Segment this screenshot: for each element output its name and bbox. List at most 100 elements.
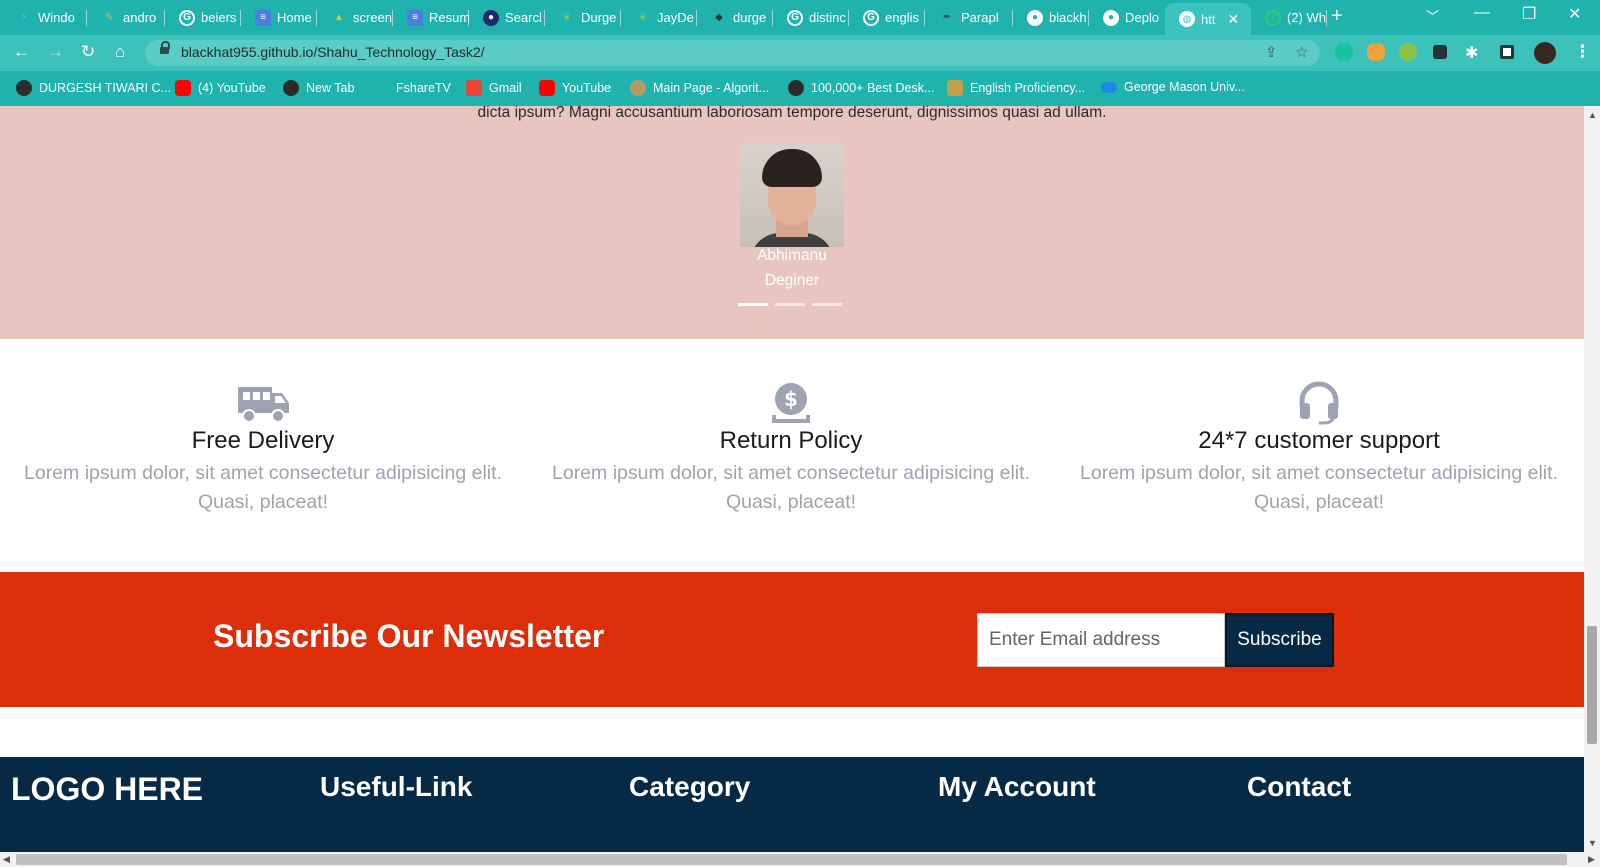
tab[interactable]: ⚡ Windo (2, 4, 87, 31)
footer-heading-contact: Contact (1247, 771, 1352, 802)
gmail-icon (466, 80, 482, 96)
sidebar-icon[interactable] (1500, 45, 1514, 59)
close-window-icon[interactable]: ✕ (1568, 4, 1581, 24)
bookmark-label: DURGESH TIWARI C... (39, 81, 171, 95)
tab[interactable]: ● Searcl (469, 4, 545, 31)
footer-heading-my-account: My Account (938, 771, 1096, 802)
bookmark-item[interactable]: English Proficiency... (947, 80, 1085, 96)
forward-icon[interactable]: → (47, 42, 64, 62)
bookmark-item[interactable]: Gmail (466, 80, 522, 96)
tab[interactable]: ▲ screen (317, 4, 393, 31)
subscribe-button[interactable]: Subscribe (1225, 613, 1334, 667)
back-icon[interactable]: ← (13, 42, 30, 62)
new-tab-button[interactable]: + (1331, 5, 1343, 28)
bookmark-item[interactable]: George Mason Univ... (1101, 80, 1245, 94)
star-icon[interactable]: ☆ (1295, 43, 1308, 61)
address-bar[interactable]: blackhat955.github.io/Shahu_Technology_T… (145, 40, 1320, 66)
bookmark-item[interactable]: Main Page - Algorit... (630, 80, 769, 96)
bookmark-item[interactable]: New Tab (283, 80, 354, 96)
tab-label: screen (353, 10, 393, 25)
github-icon: ● (1103, 9, 1119, 26)
tab[interactable]: 2 (2) Wh (1251, 4, 1327, 31)
scroll-right-icon[interactable]: ▶ (1588, 854, 1595, 865)
footer-heading-useful-link: Useful-Link (320, 771, 473, 802)
scrollbar-thumb[interactable] (1587, 626, 1597, 744)
globe-icon (283, 80, 299, 96)
fshare-icon (373, 80, 389, 96)
tab[interactable]: ◆ durge (697, 4, 773, 31)
share-icon[interactable]: ⇪ (1265, 43, 1278, 61)
email-input[interactable] (977, 613, 1225, 667)
tab[interactable]: ● Deplo (1089, 4, 1165, 31)
tab-label: Resum (429, 10, 469, 25)
tab-active[interactable]: ◍ htt ✕ (1165, 3, 1251, 35)
grammarly-icon[interactable] (1335, 43, 1353, 61)
google-docs-icon: ≡ (255, 9, 271, 26)
minimize-icon[interactable]: — (1474, 4, 1490, 22)
tab-label: durge (733, 10, 767, 25)
tab[interactable]: Genglis (849, 4, 925, 31)
delivery-van-icon (238, 387, 289, 423)
chevron-down-icon[interactable]: ﹀ (1426, 6, 1439, 25)
tab[interactable]: Gbeiers (165, 4, 241, 31)
tab-strip: ⚡ Windo ✎ andro Gbeiers ≡ Home ▲ screen ≡ Res… (0, 0, 1600, 35)
google-icon: G (787, 9, 803, 26)
bookmark-item[interactable]: FshareTV (373, 80, 451, 96)
globe-icon (16, 80, 32, 96)
avatar (740, 143, 844, 247)
feature-customer-support: 24*7 customer support Lorem ipsum dolor,… (1059, 381, 1579, 517)
feature-return-policy: $ Return Policy Lorem ipsum dolor, sit a… (531, 381, 1051, 517)
avatar[interactable] (1534, 42, 1556, 64)
wiki-icon (630, 80, 646, 96)
tab[interactable]: ✒ Parapl (925, 4, 1013, 31)
tab[interactable]: ❦ JayDe (621, 4, 697, 31)
bookmark-label: (4) YouTube (198, 81, 266, 95)
bookmark-item[interactable]: (4) YouTube (175, 80, 266, 96)
menu-icon[interactable]: ⋮ (1574, 42, 1591, 62)
scroll-down-icon[interactable]: ▼ (1588, 838, 1597, 848)
headset-icon (1299, 381, 1339, 425)
youtube-icon (175, 80, 191, 96)
restore-icon[interactable]: ❐ (1522, 4, 1536, 24)
tab[interactable]: Gdistinc (773, 4, 849, 31)
shield-icon (947, 80, 963, 96)
tab-label: beiers (201, 10, 237, 25)
browser-window: { "browser": { "tabs": [ {"label": "Wind… (0, 0, 1600, 867)
reload-icon[interactable]: ↻ (81, 42, 95, 62)
bookmark-item[interactable]: YouTube (539, 80, 611, 96)
google-icon: G (863, 9, 879, 26)
scroll-left-icon[interactable]: ◀ (3, 854, 10, 865)
extension-icon[interactable] (1433, 45, 1447, 59)
newsletter-title: Subscribe Our Newsletter (213, 618, 605, 654)
bookmark-item[interactable]: DURGESH TIWARI C... (16, 80, 171, 96)
cloud-icon (1101, 81, 1117, 93)
tab[interactable]: ● blackh (1013, 4, 1089, 31)
url-text[interactable]: blackhat955.github.io/Shahu_Technology_T… (181, 44, 485, 60)
tab[interactable]: ≡ Resum (393, 4, 469, 31)
feature-title: 24*7 customer support (1198, 427, 1440, 454)
tab-label: Durge (581, 10, 617, 25)
tab[interactable]: ❦ Durge (545, 4, 621, 31)
tab[interactable]: ✎ andro (87, 4, 165, 31)
google-icon: G (179, 9, 195, 26)
globe-icon: ◍ (1179, 11, 1195, 27)
carousel-dot[interactable] (812, 303, 842, 306)
money-return-icon: $ (772, 383, 810, 423)
vertical-scrollbar[interactable]: ▲ ▼ (1584, 106, 1600, 852)
bookmark-item[interactable]: 100,000+ Best Desk... (788, 80, 934, 96)
extension-icon[interactable] (1399, 43, 1417, 61)
home-icon[interactable]: ⌂ (115, 42, 125, 62)
puzzle-icon[interactable]: ✱ (1465, 43, 1478, 63)
extension-icon[interactable] (1367, 43, 1385, 61)
scroll-up-icon[interactable]: ▲ (1588, 110, 1597, 120)
footer-logo[interactable]: LOGO HERE (11, 771, 203, 808)
tab-label: (2) Wh (1287, 10, 1326, 25)
tab-label: JayDe (657, 10, 694, 25)
close-icon[interactable]: ✕ (1227, 11, 1239, 28)
scrollbar-thumb[interactable] (16, 854, 1567, 865)
tab[interactable]: ≡ Home (241, 4, 317, 31)
carousel-dot[interactable] (738, 303, 768, 306)
horizontal-scrollbar[interactable]: ◀ ▶ (0, 852, 1600, 867)
feature-free-delivery: Free Delivery Lorem ipsum dolor, sit ame… (3, 381, 523, 517)
carousel-dot[interactable] (775, 303, 805, 306)
